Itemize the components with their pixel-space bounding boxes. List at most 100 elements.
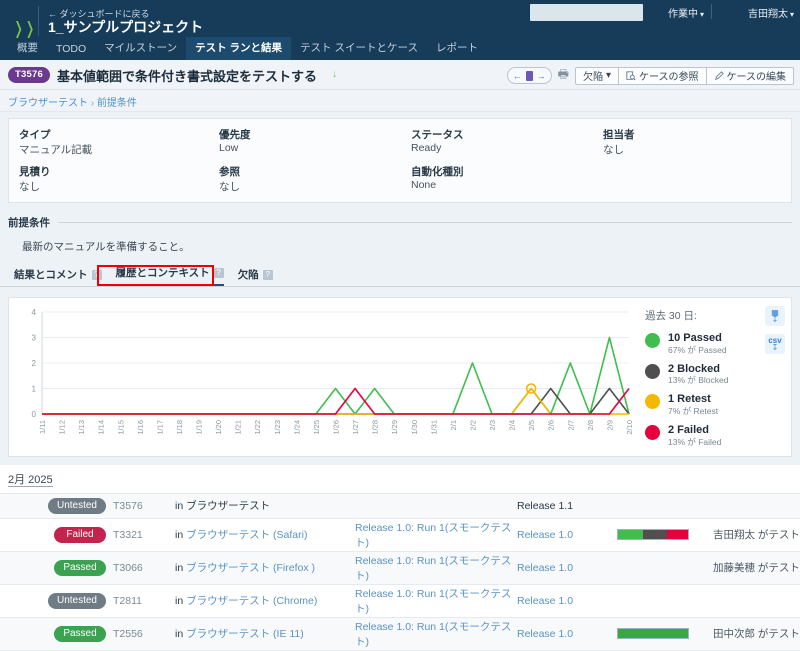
edit-case-button[interactable]: ケースの編集 bbox=[706, 66, 794, 85]
legend-item-blocked: 2 Blocked 13% が Blocked bbox=[645, 363, 763, 387]
tab-results-and-comments-label: 結果とコメント bbox=[14, 269, 88, 281]
search-input[interactable] bbox=[530, 4, 643, 21]
svg-text:2: 2 bbox=[32, 359, 37, 368]
row-case-id[interactable]: T3066 bbox=[112, 551, 174, 585]
work-status-menu[interactable]: 作業中 ▾ bbox=[668, 5, 704, 20]
export-csv-button[interactable]: csv ↧ bbox=[765, 334, 785, 354]
help-icon-history[interactable]: ? bbox=[213, 267, 224, 278]
svg-text:1/26: 1/26 bbox=[332, 420, 341, 435]
svg-text:1/25: 1/25 bbox=[312, 420, 321, 435]
row-case-id[interactable]: T3321 bbox=[112, 518, 174, 552]
row-release[interactable]: Release 1.0 bbox=[516, 518, 616, 552]
nav-tab-test-runs-results[interactable]: テスト ランと結果 bbox=[186, 37, 292, 60]
row-release[interactable]: Release 1.0 bbox=[516, 551, 616, 585]
row-release[interactable]: Release 1.0 bbox=[516, 617, 616, 651]
svg-text:3: 3 bbox=[32, 334, 37, 343]
defect-dropdown-button[interactable]: 欠陥 ▾ bbox=[574, 66, 619, 85]
field-assignee: 担当者 なし bbox=[603, 127, 781, 157]
row-release[interactable]: Release 1.0 bbox=[516, 584, 616, 618]
row-suite-link[interactable]: ブラウザーテスト (IE 11) bbox=[186, 628, 304, 640]
app-logo-icon: ❭❭ bbox=[12, 19, 36, 38]
breadcrumb-root[interactable]: ブラウザーテスト bbox=[8, 98, 88, 109]
progress-segment-passed bbox=[618, 629, 688, 638]
top-navigation-bar: ❭❭ ← ダッシュボードに戻る 1_サンプルプロジェクト 作業中 ▾ 吉田翔太 ▾ … bbox=[0, 0, 800, 60]
result-subtabs: 結果とコメント ? 履歴とコンテキスト ? 欠陥 ? bbox=[0, 263, 800, 287]
row-in-label: in bbox=[175, 529, 184, 541]
magnifier-document-icon bbox=[626, 70, 636, 80]
svg-text:2/10: 2/10 bbox=[625, 420, 634, 435]
nav-tab-todo[interactable]: TODO bbox=[47, 40, 95, 60]
row-in-label: in bbox=[175, 595, 184, 607]
export-chart-image-button[interactable]: ▦ ↧ bbox=[765, 306, 785, 326]
nav-tab-reports[interactable]: レポート bbox=[427, 37, 487, 60]
row-run-link[interactable]: Release 1.0: Run 1(スモークテスト) bbox=[354, 518, 516, 552]
progress-segment-failed bbox=[666, 530, 688, 539]
progress-bar bbox=[617, 529, 689, 540]
legend-dot-failed bbox=[645, 425, 660, 441]
row-case-id[interactable]: T2811 bbox=[112, 584, 174, 618]
help-icon-results[interactable]: ? bbox=[91, 269, 102, 280]
chart-section: 0 1 2 3 4 1/11 1/12 1/13 1/14 1/15 1/16 1/17 1/18 1/1… bbox=[0, 287, 800, 465]
legend-title: 過去 30 日: bbox=[645, 310, 697, 322]
edit-case-label: ケースの編集 bbox=[726, 72, 787, 83]
row-location: in ブラウザーテスト (Chrome) bbox=[174, 584, 354, 618]
svg-text:1/30: 1/30 bbox=[410, 420, 419, 435]
field-automation-type-value: None bbox=[411, 179, 437, 191]
chart-legend: 過去 30 日: 10 Passed 67% が Passed 2 Blocke… bbox=[645, 308, 763, 455]
pager-prev-icon[interactable]: ← bbox=[513, 71, 522, 81]
field-automation-type: 自動化種別 None bbox=[411, 164, 603, 194]
row-run-link[interactable] bbox=[354, 494, 516, 519]
svg-text:2/9: 2/9 bbox=[605, 420, 614, 430]
table-row[interactable]: Failed T3321 in ブラウザーテスト (Safari) Releas… bbox=[0, 518, 800, 552]
row-suite-link[interactable]: ブラウザーテスト (Firefox ) bbox=[186, 562, 315, 574]
month-group-label: 2月 2025 bbox=[8, 474, 53, 487]
row-status-cell: Untested bbox=[0, 494, 112, 519]
row-suite-link[interactable]: ブラウザーテスト (Safari) bbox=[186, 529, 307, 541]
progress-bar bbox=[617, 628, 689, 639]
view-case-button[interactable]: ケースの参照 bbox=[619, 66, 707, 85]
user-menu[interactable]: 吉田翔太 ▾ bbox=[748, 5, 794, 20]
legend-item-failed: 2 Failed 13% が Failed bbox=[645, 424, 763, 448]
case-title-dropdown-icon[interactable]: ↓ bbox=[332, 69, 337, 80]
row-run-link[interactable]: Release 1.0: Run 1(スモークテスト) bbox=[354, 584, 516, 618]
legend-dot-blocked bbox=[645, 363, 660, 379]
svg-text:4: 4 bbox=[32, 308, 37, 317]
field-type-label: タイプ bbox=[19, 129, 51, 141]
breadcrumb-leaf[interactable]: 前提条件 bbox=[97, 98, 137, 109]
chevron-down-icon-3: ▾ bbox=[605, 70, 611, 81]
row-run-link[interactable]: Release 1.0: Run 1(スモークテスト) bbox=[354, 551, 516, 585]
table-row[interactable]: Untested T2811 in ブラウザーテスト (Chrome) Rele… bbox=[0, 584, 800, 618]
field-estimate: 見積り なし bbox=[19, 164, 219, 194]
progress-segment-passed bbox=[618, 530, 644, 539]
nav-tab-test-suites-cases[interactable]: テスト スイートとケース bbox=[291, 37, 427, 60]
table-row[interactable]: Untested T3576 in ブラウザーテスト Release 1.1 bbox=[0, 494, 800, 519]
row-suite-link[interactable]: ブラウザーテスト (Chrome) bbox=[186, 595, 317, 607]
case-header: T3576 基本値範囲で条件付き書式設定をテストする ↓ ← → 🖶 欠陥 ▾ … bbox=[0, 60, 800, 90]
row-tester: 吉田翔太 がテスト bbox=[712, 518, 800, 552]
row-run-link[interactable]: Release 1.0: Run 1(スモークテスト) bbox=[354, 617, 516, 651]
printer-icon[interactable]: 🖶 bbox=[558, 65, 569, 86]
download-arrow-icon: ↧ bbox=[771, 315, 779, 324]
table-row[interactable]: Passed T2556 in ブラウザーテスト (IE 11) Release… bbox=[0, 617, 800, 651]
legend-pct-blocked: 13% が Blocked bbox=[668, 375, 729, 386]
svg-text:2/1: 2/1 bbox=[449, 420, 458, 430]
help-icon-defects[interactable]: ? bbox=[262, 269, 273, 280]
table-row[interactable]: Passed T3066 in ブラウザーテスト (Firefox ) Rele… bbox=[0, 551, 800, 585]
pager-next-icon[interactable]: → bbox=[537, 71, 546, 81]
case-pager[interactable]: ← → bbox=[506, 67, 552, 84]
row-case-id[interactable]: T2556 bbox=[112, 617, 174, 651]
chevron-down-icon: ▾ bbox=[699, 10, 704, 19]
tab-history-and-context[interactable]: 履歴とコンテキスト ? bbox=[115, 265, 224, 286]
field-type: タイプ マニュアル記載 bbox=[19, 127, 219, 157]
row-case-id[interactable]: T3576 bbox=[112, 494, 174, 519]
status-badge: Passed bbox=[54, 625, 106, 642]
legend-count-blocked: 2 Blocked bbox=[668, 362, 720, 375]
nav-tab-overview[interactable]: 概要 bbox=[8, 37, 47, 60]
tab-results-and-comments[interactable]: 結果とコメント ? bbox=[14, 267, 102, 286]
case-detail-panel: タイプ マニュアル記載 優先度 Low ステータス Ready 担当者 なし 見… bbox=[8, 118, 792, 203]
legend-item-retest: 1 Retest 7% が Retest bbox=[645, 393, 763, 417]
view-case-label: ケースの参照 bbox=[639, 72, 699, 83]
nav-tab-milestones[interactable]: マイルストーン bbox=[95, 37, 186, 60]
tab-defects[interactable]: 欠陥 ? bbox=[238, 267, 273, 286]
status-badge: Passed bbox=[54, 559, 106, 576]
